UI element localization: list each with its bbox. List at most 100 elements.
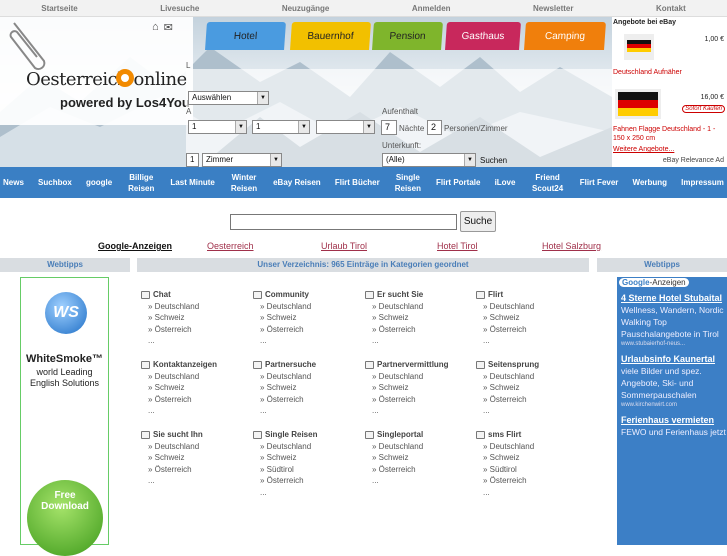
category-title[interactable]: sms Flirt bbox=[476, 429, 534, 441]
naechte-input[interactable]: 7 bbox=[381, 120, 397, 135]
category-sublink[interactable]: » Deutschland bbox=[253, 301, 311, 313]
category-sublink[interactable]: » Österreich bbox=[141, 324, 199, 336]
nav-friend-scout24[interactable]: Friend Scout24 bbox=[530, 172, 566, 194]
main-select[interactable]: Auswählen ▼ bbox=[188, 91, 269, 105]
nav-billige-reisen[interactable]: Billige Reisen bbox=[126, 172, 156, 194]
whitesmoke-ad[interactable]: WS WhiteSmoke™ world Leading English Sol… bbox=[20, 277, 109, 556]
category-title[interactable]: Community bbox=[253, 289, 311, 301]
category-sublink[interactable]: » Südtirol bbox=[253, 464, 317, 476]
category-sublink[interactable]: » Deutschland bbox=[253, 371, 316, 383]
more-offers-link[interactable]: Weitere Angebote... bbox=[613, 146, 674, 153]
category-sublink[interactable]: » Schweiz bbox=[476, 382, 539, 394]
category-sublink[interactable]: » Deutschland bbox=[365, 301, 423, 313]
link-oesterreich[interactable]: Oesterreich bbox=[207, 241, 254, 251]
ad-title[interactable]: Urlaubsinfo Kaunertal bbox=[621, 353, 727, 365]
category-title[interactable]: Flirt bbox=[476, 289, 534, 301]
category-sublink[interactable]: » Schweiz bbox=[476, 452, 534, 464]
year-select[interactable]: ▼ bbox=[316, 120, 375, 134]
category-sublink[interactable]: » Deutschland bbox=[476, 371, 539, 383]
category-title[interactable]: Kontaktanzeigen bbox=[141, 359, 217, 371]
room-type-select[interactable]: Zimmer ▼ bbox=[202, 153, 282, 167]
category-sublink[interactable]: » Österreich bbox=[365, 324, 423, 336]
personen-input[interactable]: 2 bbox=[427, 120, 442, 135]
category-title[interactable]: Single Reisen bbox=[253, 429, 317, 441]
category-sublink[interactable]: » Schweiz bbox=[253, 452, 317, 464]
category-title[interactable]: Partnervermittlung bbox=[365, 359, 449, 371]
category-more-link[interactable]: ... bbox=[476, 335, 534, 347]
category-sublink[interactable]: » Deutschland bbox=[476, 441, 534, 453]
mail-icon[interactable]: ✉ bbox=[164, 21, 173, 34]
nav-flirt-buecher[interactable]: Flirt Bücher bbox=[335, 177, 380, 188]
category-title[interactable]: Seitensprung bbox=[476, 359, 539, 371]
link-hotel-salzburg[interactable]: Hotel Salzburg bbox=[542, 241, 601, 251]
ad-url[interactable]: www.kirchenwirt.com bbox=[621, 401, 727, 410]
home-icon[interactable]: ⌂ bbox=[152, 21, 159, 34]
category-sublink[interactable]: » Südtirol bbox=[476, 464, 534, 476]
category-sublink[interactable]: » Österreich bbox=[253, 324, 311, 336]
category-more-link[interactable]: ... bbox=[476, 405, 539, 417]
nav-suchbox[interactable]: Suchbox bbox=[38, 177, 72, 188]
category-sublink[interactable]: » Schweiz bbox=[141, 312, 199, 324]
category-sublink[interactable]: » Schweiz bbox=[253, 382, 316, 394]
nav-google[interactable]: google bbox=[86, 177, 112, 188]
ebay-item1-image[interactable] bbox=[624, 34, 654, 60]
category-sublink[interactable]: » Schweiz bbox=[365, 452, 423, 464]
category-sublink[interactable]: » Schweiz bbox=[141, 382, 217, 394]
tab-camping[interactable]: Camping bbox=[524, 22, 606, 50]
nav-impressum[interactable]: Impressum bbox=[681, 177, 724, 188]
category-sublink[interactable]: » Deutschland bbox=[253, 441, 317, 453]
topnav-livesuche[interactable]: Livesuche bbox=[160, 4, 199, 13]
category-title[interactable]: Chat bbox=[141, 289, 199, 301]
category-sublink[interactable]: » Schweiz bbox=[365, 312, 423, 324]
category-sublink[interactable]: » Deutschland bbox=[141, 441, 203, 453]
tab-pension[interactable]: Pension bbox=[372, 22, 443, 50]
nav-news[interactable]: News bbox=[3, 177, 24, 188]
category-sublink[interactable]: » Österreich bbox=[141, 394, 217, 406]
category-sublink[interactable]: » Österreich bbox=[141, 464, 203, 476]
category-more-link[interactable]: ... bbox=[365, 475, 423, 487]
ad-url[interactable]: www.stubaierhof-neus... bbox=[621, 340, 727, 349]
ebay-item2-link[interactable]: Fahnen Flagge Deutschland - 1 - 150 x 25… bbox=[613, 125, 725, 143]
nav-ebay-reisen[interactable]: eBay Reisen bbox=[273, 177, 321, 188]
category-sublink[interactable]: » Deutschland bbox=[141, 371, 217, 383]
month-select[interactable]: 1 ▼ bbox=[252, 120, 310, 134]
topnav-neuzugaenge[interactable]: Neuzugänge bbox=[282, 4, 330, 13]
category-more-link[interactable]: ... bbox=[365, 335, 423, 347]
category-sublink[interactable]: » Schweiz bbox=[253, 312, 311, 324]
category-title[interactable]: Sie sucht Ihn bbox=[141, 429, 203, 441]
category-sublink[interactable]: » Österreich bbox=[365, 464, 423, 476]
category-sublink[interactable]: » Österreich bbox=[253, 475, 317, 487]
category-sublink[interactable]: » Österreich bbox=[253, 394, 316, 406]
ad-title[interactable]: Ferienhaus vermieten bbox=[621, 414, 727, 426]
google-anzeigen-label[interactable]: Google-Anzeigen bbox=[98, 241, 172, 251]
tab-hotel[interactable]: Hotel bbox=[205, 22, 286, 50]
search-button[interactable]: Suche bbox=[460, 211, 496, 232]
category-more-link[interactable]: ... bbox=[365, 405, 449, 417]
topnav-kontakt[interactable]: Kontakt bbox=[656, 4, 686, 13]
category-more-link[interactable]: ... bbox=[476, 487, 534, 499]
nav-winter-reisen[interactable]: Winter Reisen bbox=[229, 172, 259, 194]
topnav-anmelden[interactable]: Anmelden bbox=[412, 4, 451, 13]
category-sublink[interactable]: » Schweiz bbox=[365, 382, 449, 394]
site-logo[interactable]: ⌂ ✉ Oesterreich online powered by Los4Yo… bbox=[0, 17, 193, 125]
category-title[interactable]: Er sucht Sie bbox=[365, 289, 423, 301]
topnav-newsletter[interactable]: Newsletter bbox=[533, 4, 573, 13]
nav-ilove[interactable]: iLove bbox=[495, 177, 516, 188]
nav-last-minute[interactable]: Last Minute bbox=[170, 177, 214, 188]
ebay-item2-image[interactable] bbox=[615, 89, 661, 119]
category-sublink[interactable]: » Österreich bbox=[476, 324, 534, 336]
category-more-link[interactable]: ... bbox=[141, 335, 199, 347]
link-urlaub-tirol[interactable]: Urlaub Tirol bbox=[321, 241, 367, 251]
category-sublink[interactable]: » Österreich bbox=[365, 394, 449, 406]
category-sublink[interactable]: » Schweiz bbox=[476, 312, 534, 324]
category-title[interactable]: Partnersuche bbox=[253, 359, 316, 371]
category-sublink[interactable]: » Österreich bbox=[476, 475, 534, 487]
category-more-link[interactable]: ... bbox=[253, 487, 317, 499]
topnav-startseite[interactable]: Startseite bbox=[41, 4, 77, 13]
nav-flirt-fever[interactable]: Flirt Fever bbox=[580, 177, 619, 188]
nav-flirt-portale[interactable]: Flirt Portale bbox=[436, 177, 480, 188]
category-more-link[interactable]: ... bbox=[253, 405, 316, 417]
ad-title[interactable]: 4 Sterne Hotel Stubaital bbox=[621, 292, 727, 304]
category-title[interactable]: Singleportal bbox=[365, 429, 423, 441]
search-input[interactable] bbox=[230, 214, 457, 230]
